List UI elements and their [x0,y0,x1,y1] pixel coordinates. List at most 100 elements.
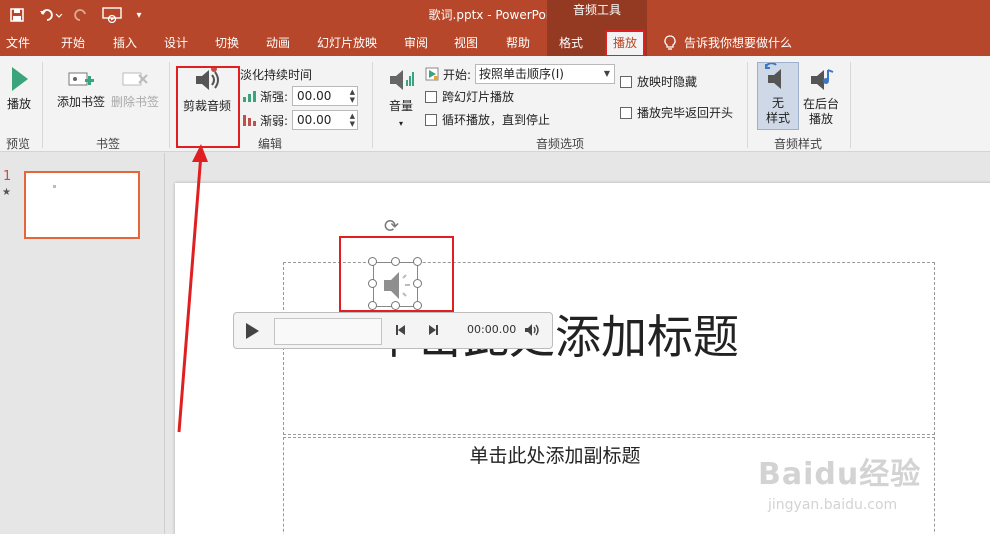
fade-in-label: 渐强: [260,89,289,104]
remove-bookmark-button: 删除书签 [108,70,162,110]
add-bookmark-button[interactable]: 添加书签 [54,70,108,110]
tab-home[interactable]: 开始 [61,30,85,56]
fade-in-spinner-icon[interactable]: ▲ ▼ [350,88,355,104]
start-select[interactable]: 按照单击顺序(I) ▼ [475,64,616,84]
watermark-url: jingyan.baidu.com [768,497,898,513]
cross-slides-checkbox[interactable] [425,90,437,103]
add-bookmark-icon [68,72,94,86]
watermark-brand: Baidu经验 [758,457,922,492]
hide-during-show-label: 放映时隐藏 [637,75,698,89]
group-audio-options-label: 音频选项 [535,137,584,151]
group-audio-styles-label: 音频样式 [773,137,822,151]
player-play-icon[interactable] [244,322,260,343]
slide-thumbnail-pane: 1 ★ [0,153,165,534]
loop-label: 循环播放，直到停止 [442,113,551,127]
play-label: 播放 [6,97,31,111]
fade-out-spinner-icon[interactable]: ▲ ▼ [350,112,355,128]
volume-label: 音量 [388,99,413,113]
fade-in-input[interactable]: 00.00 ▲ ▼ [292,86,359,106]
tab-help[interactable]: 帮助 [506,30,530,56]
tab-animations[interactable]: 动画 [266,30,290,56]
no-style-label-1: 无 [771,96,784,110]
fade-in-icon [243,91,256,102]
mute-icon[interactable] [524,323,540,340]
thumbnail-audio-dot [53,185,56,188]
no-style-icon [765,62,781,89]
fade-duration-title: 淡化持续时间 [240,68,313,82]
subtitle-placeholder-text: 单击此处添加副标题 [469,445,641,467]
background-label-1: 在后台 [802,97,839,111]
title-bar: ▾ 歌词.pptx - PowerPoint 音频工具 [0,0,990,30]
fade-out-icon [243,115,256,126]
rewind-option[interactable]: 播放完毕返回开头 [620,104,733,121]
animation-star-icon: ★ [2,187,11,198]
audio-time: 00:00.00 [467,323,517,336]
group-preview-label: 预览 [5,137,30,151]
divider [372,62,373,148]
volume-dropdown-icon: ▾ [398,119,403,128]
background-label-2: 播放 [808,112,833,126]
remove-bookmark-label: 删除书签 [110,95,159,109]
slide-number: 1 [3,169,12,184]
audio-progress-bar[interactable] [274,318,382,345]
powerpoint-window: ▾ 歌词.pptx - PowerPoint 音频工具 文件 开始 插入 设计 … [0,0,990,534]
tab-insert[interactable]: 插入 [113,30,137,56]
start-icon [425,67,439,81]
tab-format[interactable]: 格式 [559,30,583,56]
lightbulb-icon [664,35,676,50]
step-back-icon[interactable] [394,324,408,339]
start-value: 按照单击顺序(I) [479,67,564,81]
divider [747,62,748,148]
rewind-label: 播放完毕返回开头 [637,106,734,120]
watermark: Baidu经验 jingyan.baidu.com [758,449,921,513]
divider [42,62,43,148]
audio-player: 00:00.00 [233,312,553,349]
background-play-icon [811,69,834,90]
loop-checkbox[interactable] [425,113,437,126]
fade-out-input[interactable]: 00.00 ▲ ▼ [292,110,359,130]
no-style-button[interactable]: 无 样式 [757,62,799,130]
volume-button[interactable]: 音量 ▾ [383,66,419,131]
tab-review[interactable]: 审阅 [404,30,428,56]
rewind-checkbox[interactable] [620,106,632,119]
group-bookmarks-label: 书签 [95,137,120,151]
fade-out-label: 渐弱: [260,113,289,128]
play-in-background-button[interactable]: 在后台 播放 [800,64,842,127]
document-title: 歌词.pptx - PowerPoint [428,8,562,22]
fade-out-value: 00.00 [297,113,332,127]
audio-tools-context: 音频工具 [547,0,647,30]
hide-during-show-checkbox[interactable] [620,75,632,88]
tab-design[interactable]: 设计 [164,30,188,56]
tab-slideshow[interactable]: 幻灯片放映 [317,30,377,56]
fade-in-value: 00.00 [297,89,332,103]
step-forward-icon[interactable] [426,324,440,339]
tab-playback[interactable]: 播放 [605,30,646,57]
tell-me-text: 告诉我你想要做什么 [684,36,793,50]
add-bookmark-label: 添加书签 [56,95,105,109]
cross-slides-option[interactable]: 跨幻灯片播放 [425,88,514,105]
cross-slides-label: 跨幻灯片播放 [442,90,515,104]
ribbon-tabs: 文件 开始 插入 设计 切换 动画 幻灯片放映 审阅 视图 帮助 格式 播放 告… [0,30,990,57]
play-icon [12,67,28,91]
divider [850,62,851,148]
tab-view[interactable]: 视图 [454,30,478,56]
annotation-arrow [177,144,208,433]
start-label: 开始: [443,67,472,82]
slide-thumbnail[interactable] [24,171,140,239]
play-button[interactable]: 播放 [4,66,34,112]
ribbon-playback: 播放 预览 添加书签 删除书签 书签 剪裁音频 淡化持续时间 渐强: 00.00… [0,56,990,152]
remove-bookmark-icon [122,72,148,86]
chevron-down-icon: ▼ [603,69,611,78]
fade-in-row: 渐强: 00.00 ▲ ▼ [243,86,359,106]
tell-me-box[interactable]: 告诉我你想要做什么 [664,30,792,56]
divider [169,62,170,148]
slide-canvas[interactable]: 单击此处添加标题 单击此处添加副标题 Baidu经验 jingyan.baidu… [175,183,990,534]
fade-out-row: 渐弱: 00.00 ▲ ▼ [243,110,359,130]
tab-transitions[interactable]: 切换 [215,30,239,56]
rotate-handle-icon[interactable]: ⟳ [384,216,399,237]
hide-during-show-option[interactable]: 放映时隐藏 [620,73,697,90]
no-style-label-2: 样式 [765,111,790,125]
tab-file[interactable]: 文件 [6,30,30,56]
highlight-audio-object [339,236,454,312]
loop-option[interactable]: 循环播放，直到停止 [425,111,550,128]
